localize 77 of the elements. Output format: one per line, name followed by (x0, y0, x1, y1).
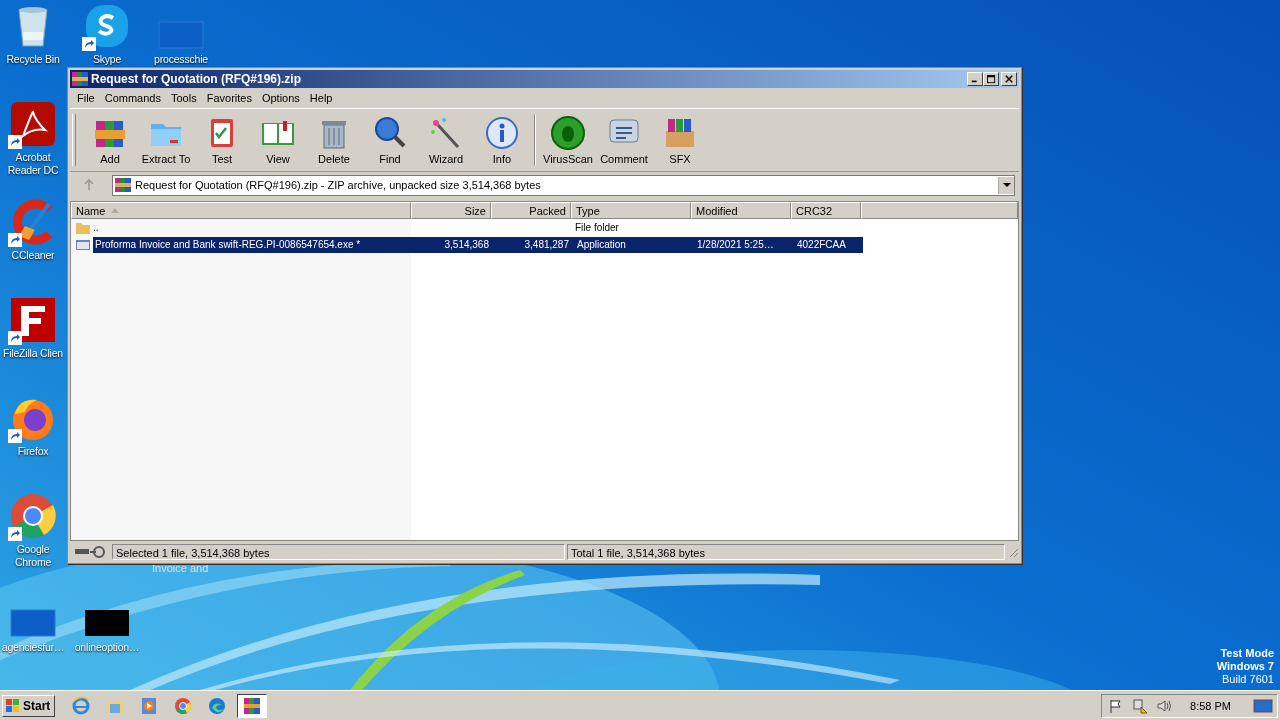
toolbar-button[interactable]: Add (82, 111, 138, 169)
show-desktop-icon[interactable] (1253, 697, 1273, 714)
desktop-icon-label[interactable]: Recycle Bin (6, 53, 60, 66)
address-dropdown[interactable]: Request for Quotation (RFQ#196).zip - ZIP archive, unpacked size 3,514,368 bytes (112, 174, 1015, 196)
menu-item[interactable]: Favorites (201, 92, 257, 104)
toolbar-button[interactable]: Info (474, 111, 530, 169)
pdf-reader-icon[interactable] (9, 100, 57, 148)
dropdown-arrow-icon (1002, 181, 1011, 189)
column-header[interactable]: Type (571, 202, 691, 219)
maximize-button[interactable] (983, 72, 999, 86)
system-info-text: Test Mode (1220, 647, 1274, 660)
archive-icon (115, 177, 131, 193)
table-cell-text: 4022FCAA (796, 237, 847, 252)
close-icon (1005, 75, 1013, 83)
toolbar-button[interactable]: Wizard (418, 111, 474, 169)
column-header[interactable]: Packed (491, 202, 571, 219)
sort-arrow-icon (111, 208, 120, 213)
globe-icon (71, 695, 92, 716)
toolbar-button[interactable]: Extract To (138, 111, 194, 169)
menu-item[interactable]: Commands (99, 92, 166, 104)
system-info-text: Build 7601 (1222, 673, 1274, 686)
start-button[interactable]: Start (2, 694, 56, 717)
toolbar-button[interactable]: View (250, 111, 306, 169)
shortcut-arrow-icon (8, 135, 22, 149)
file-name-cell[interactable]: .. (91, 219, 411, 236)
toolbar-button[interactable]: Delete (306, 111, 362, 169)
table-cell-text: 3,481,287 (523, 237, 570, 252)
resize-grip-icon[interactable] (1007, 546, 1019, 558)
column-header[interactable]: Size (411, 202, 491, 219)
menu-item[interactable]: Tools (166, 92, 202, 104)
shortcut-arrow-icon (8, 527, 22, 541)
table-cell-text: 3,514,368 (443, 237, 490, 252)
clock[interactable]: 8:58 PM (1190, 699, 1231, 712)
shortcut-arrow-icon (8, 233, 22, 247)
desktop-icon-label[interactable]: Skype (92, 53, 122, 66)
toolbar-button[interactable]: Find (362, 111, 418, 169)
file-name-cell[interactable]: Proforma Invoice and Bank swift-REG.PI-0086547654.exe * (93, 236, 413, 253)
up-arrow-icon (83, 179, 95, 191)
drive-icon (74, 545, 106, 559)
speaker-icon[interactable] (1156, 697, 1173, 714)
edge-icon (207, 695, 228, 716)
menu-item[interactable]: File (72, 92, 100, 104)
shortcut-arrow-icon (8, 331, 22, 345)
chrome-icon[interactable] (9, 492, 57, 540)
chrome-icon (173, 695, 194, 716)
system-info-text: Windows 7 (1216, 660, 1274, 673)
close-button[interactable] (1001, 72, 1017, 86)
table-cell-text: Application (576, 237, 627, 252)
desktop-icon-label[interactable]: FileZilla Clien (3, 347, 63, 360)
toolbar-button[interactable]: Test (194, 111, 250, 169)
toolbar-button[interactable]: SFX (652, 111, 708, 169)
status-text: Total 1 file, 3,514,368 bytes (567, 544, 1005, 560)
toolbar-button[interactable]: VirusScan (540, 111, 596, 169)
column-header[interactable]: CRC32 (791, 202, 861, 219)
minimize-button[interactable] (967, 72, 983, 86)
table-cell-text: File folder (574, 220, 620, 235)
filezilla-icon[interactable] (9, 296, 57, 344)
table-cell-text: 1/28/2021 5:25… (696, 237, 775, 252)
desktop-icon-label[interactable]: processchie (154, 53, 208, 66)
menu-item[interactable]: Options (256, 92, 305, 104)
desktop-icon-label[interactable]: Acrobat Reader DC (0, 151, 66, 177)
windows-logo-icon (5, 697, 21, 714)
column-header[interactable]: Modified (691, 202, 791, 219)
network-icon[interactable] (1132, 697, 1149, 714)
shortcut-arrow-icon (82, 37, 96, 51)
shortcut-arrow-icon (8, 429, 22, 443)
status-text: Selected 1 file, 3,514,368 bytes (112, 544, 565, 560)
toolbar-button[interactable]: Comment (596, 111, 652, 169)
archive-icon (242, 695, 263, 716)
column-header[interactable]: Name (71, 202, 411, 219)
taskbar-app-button[interactable] (237, 693, 268, 718)
menu-item[interactable]: Help (304, 92, 338, 104)
desktop-icon-label[interactable]: CCleaner (11, 249, 55, 262)
archive-icon (72, 71, 88, 87)
maximize-icon (986, 74, 996, 84)
info-icon (484, 115, 520, 151)
window-title: Request for Quotation (RFQ#196).zip (91, 72, 302, 86)
